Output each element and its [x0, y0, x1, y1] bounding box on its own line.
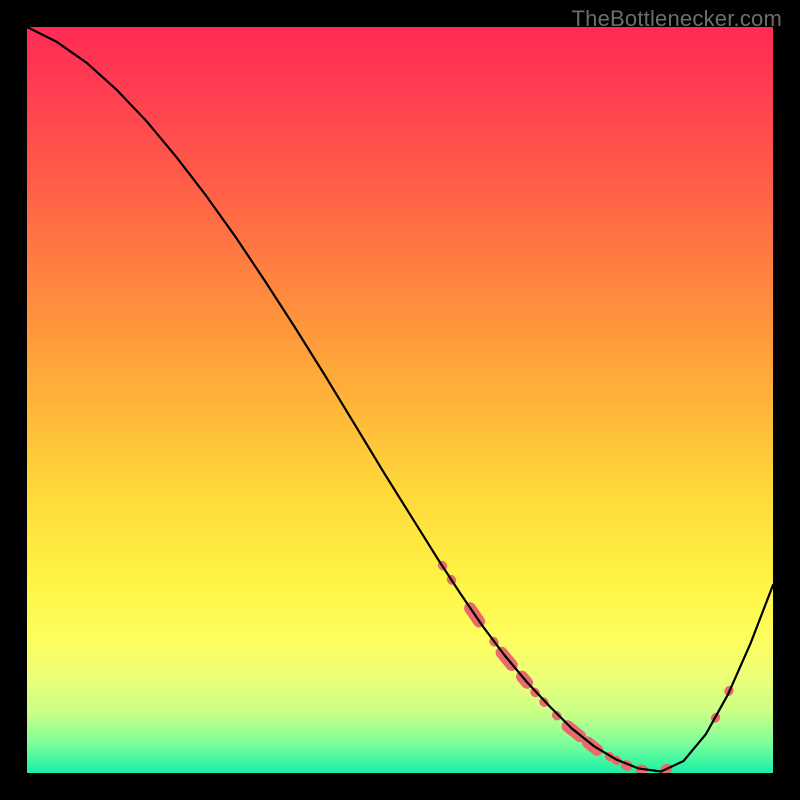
data-marker: [550, 709, 563, 722]
plot-area: [27, 27, 773, 773]
chart-svg: [27, 27, 773, 773]
curve-line: [27, 27, 773, 772]
watermark-text: TheBottlenecker.com: [572, 6, 782, 32]
marker-layer: [436, 559, 735, 773]
chart-container: TheBottlenecker.com: [0, 0, 800, 800]
